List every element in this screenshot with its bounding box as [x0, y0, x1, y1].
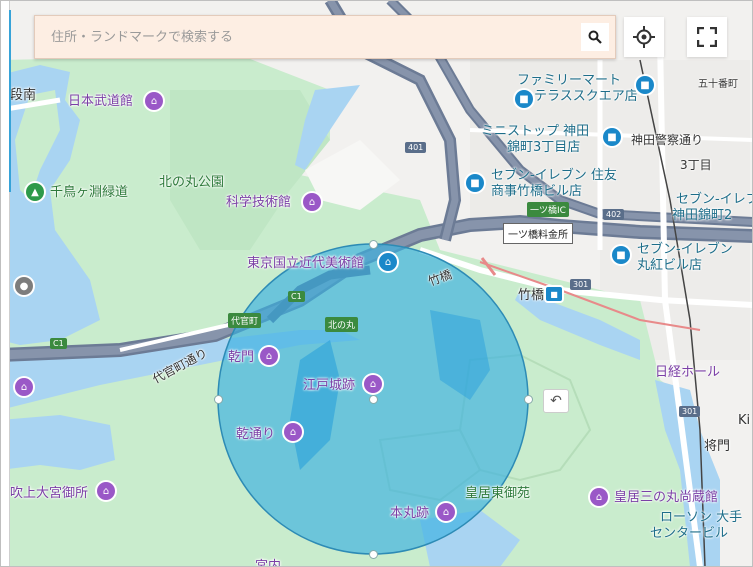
landmark-icon[interactable]: ⌂ — [284, 423, 302, 441]
poi-label-edojo[interactable]: 江戸城跡 — [303, 379, 355, 392]
poi-label-inuimon[interactable]: 乾門 — [228, 351, 254, 364]
poi-label-budokan[interactable]: 日本武道館 — [68, 95, 133, 108]
route-shield-301: 301 — [570, 279, 592, 290]
poi-label-honmaru[interactable]: 本丸跡 — [390, 507, 429, 520]
circle-handle-right[interactable] — [524, 395, 533, 404]
poi-label-seven-nishikicho-2[interactable]: 神田錦町2 — [672, 209, 732, 222]
circle-handle-top[interactable] — [369, 240, 378, 249]
poi-label-lawson-2[interactable]: センタービル — [650, 527, 728, 540]
toll-gate-label: 一ツ橋料金所 — [503, 223, 573, 244]
poi-label-seven-marubeni-1[interactable]: セブン-イレブン — [637, 243, 733, 256]
poi-label-ministop-2[interactable]: 錦町3丁目店 — [507, 141, 580, 154]
ramp-label: 北の丸 — [325, 317, 359, 332]
poi-label-seven-jusho-1[interactable]: セブン-イレブン 住友 — [491, 169, 617, 182]
circle-handle-bottom[interactable] — [369, 550, 378, 559]
search-button[interactable] — [581, 23, 609, 51]
poi-label-ministop-1[interactable]: ミニストップ 神田 — [481, 125, 589, 138]
landmark-icon[interactable]: ⌂ — [364, 375, 382, 393]
station-label-takebashi[interactable]: 竹橋 — [518, 289, 544, 302]
fullscreen-icon — [697, 27, 717, 47]
map-canvas[interactable]: C1 C1 401 402 301 301 代官町 北の丸 一ツ橋IC 一ツ橋料… — [0, 0, 753, 567]
convenience-store-icon[interactable]: ■ — [515, 90, 533, 108]
pin-icon[interactable]: ● — [15, 277, 33, 295]
area-label-higashi-gyoen: 皇居東御苑 — [465, 486, 531, 501]
landmark-icon[interactable]: ⌂ — [260, 347, 278, 365]
undo-icon: ↶ — [550, 393, 562, 409]
route-shield-401: 401 — [405, 142, 427, 153]
convenience-store-icon[interactable]: ■ — [603, 128, 621, 146]
poi-label-chidorigafuchi[interactable]: 千鳥ヶ淵緑道 — [50, 186, 128, 199]
route-shield-402: 402 — [603, 209, 625, 220]
poi-label-bottom: 宮内 — [255, 559, 282, 567]
museum-icon[interactable]: ⌂ — [303, 193, 321, 211]
route-shield-c1: C1 — [288, 291, 305, 302]
fullscreen-button[interactable] — [687, 17, 727, 57]
poi-label-nikkei-hall[interactable]: 日経ホール — [655, 366, 720, 379]
poi-label-inui-dori[interactable]: 乾通り — [236, 428, 275, 441]
area-label-gochome: 五十番町 — [698, 79, 738, 90]
search-bar — [34, 15, 616, 59]
poi-label-momat[interactable]: 東京国立近代美術館 — [247, 257, 364, 270]
search-input[interactable] — [35, 16, 575, 58]
convenience-store-icon[interactable]: ■ — [636, 76, 654, 94]
museum-icon[interactable]: ⌂ — [145, 92, 163, 110]
convenience-store-icon[interactable]: ■ — [466, 174, 484, 192]
museum-icon[interactable]: ⌂ — [590, 488, 608, 506]
poi-label-seven-marubeni-2[interactable]: 丸紅ビル店 — [637, 259, 702, 272]
poi-label-familymart-1[interactable]: ファミリーマート — [517, 74, 621, 87]
undo-button[interactable]: ↶ — [543, 389, 569, 413]
park-icon[interactable]: ▲ — [26, 183, 44, 201]
route-shield-301: 301 — [679, 406, 701, 417]
poi-label-familymart-2[interactable]: テラススクエア店 — [534, 90, 638, 103]
street-label-kanda-police: 神田警察通り — [631, 133, 704, 147]
poi-label-science-museum[interactable]: 科学技術館 — [226, 196, 291, 209]
search-icon — [588, 30, 602, 44]
left-panel-accent — [0, 10, 11, 192]
convenience-store-icon[interactable]: ■ — [612, 246, 630, 264]
area-label-sanchome: 3丁目 — [680, 158, 712, 172]
poi-label-shomon: 将門 — [704, 439, 731, 454]
museum-icon[interactable]: ⌂ — [379, 253, 397, 271]
poi-label-sannomaru[interactable]: 皇居三の丸尚蔵館 — [614, 491, 718, 504]
landmark-icon[interactable]: ⌂ — [15, 378, 33, 396]
circle-handle-left[interactable] — [214, 395, 223, 404]
poi-label-lawson-1[interactable]: ローソン 大手 — [660, 511, 742, 524]
ramp-label: 代官町 — [228, 313, 262, 328]
landmark-icon[interactable]: ⌂ — [437, 503, 455, 521]
ic-label: 一ツ橋IC — [527, 202, 569, 217]
crosshair-icon — [633, 26, 655, 48]
landmark-icon[interactable]: ⌂ — [97, 482, 115, 500]
locate-button[interactable] — [624, 17, 664, 57]
area-label-kudan: 段南 — [10, 88, 37, 103]
train-station-icon[interactable]: ■ — [546, 287, 562, 301]
poi-label-seven-nishikicho-1[interactable]: セブン-イレブン — [676, 193, 753, 206]
circle-handle-center[interactable] — [369, 395, 378, 404]
area-label-kitanomaru: 北の丸公園 — [159, 175, 225, 190]
poi-label-seven-jusho-2[interactable]: 商事竹橋ビル店 — [491, 185, 582, 198]
poi-label-fukiage[interactable]: 吹上大宮御所 — [10, 487, 88, 500]
poi-label-ki: Ki — [738, 413, 751, 428]
route-shield-c1: C1 — [50, 338, 67, 349]
